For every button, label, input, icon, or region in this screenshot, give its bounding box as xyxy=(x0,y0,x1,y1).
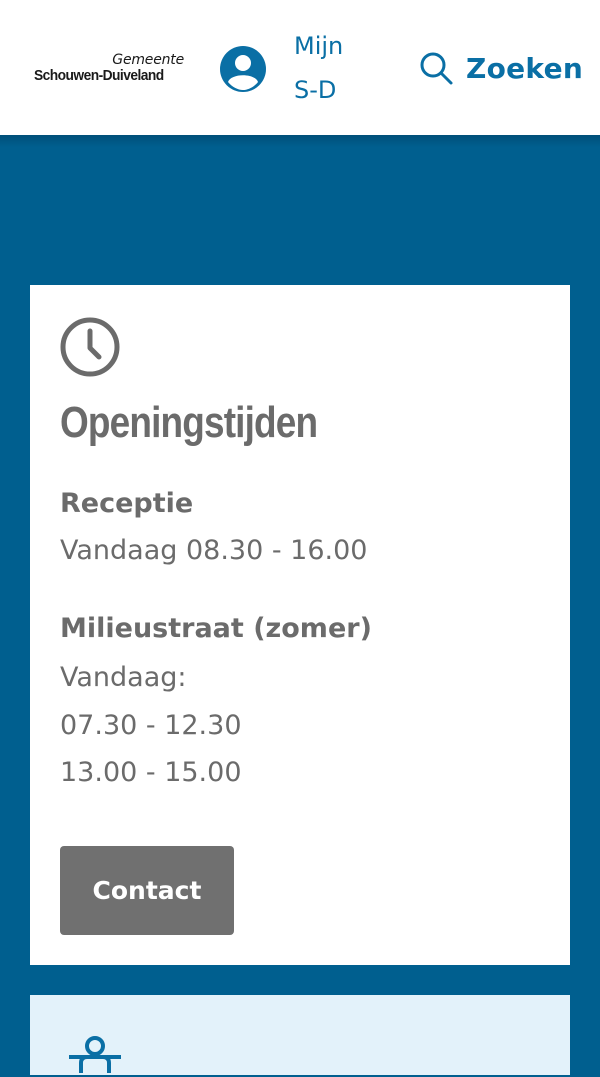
mijn-sd-line2: S-D xyxy=(294,76,337,104)
reception-label: Receptie xyxy=(60,488,194,519)
search-icon xyxy=(420,52,453,85)
contact-button[interactable]: Contact xyxy=(60,846,234,935)
next-card xyxy=(30,995,570,1075)
opening-hours-title: Openingstijden xyxy=(60,398,318,447)
recycling-today-label: Vandaag: xyxy=(60,662,187,693)
site-header: Gemeente Schouwen-Duiveland Mijn S-D Zoe… xyxy=(0,0,600,135)
mijn-sd-line1: Mijn xyxy=(294,32,344,60)
reception-hours: Vandaag 08.30 - 16.00 xyxy=(60,535,368,566)
logo-line-gemeente: Gemeente xyxy=(112,52,184,68)
briefcase-person-icon xyxy=(67,1033,127,1073)
municipality-logo[interactable]: Gemeente Schouwen-Duiveland xyxy=(34,52,194,92)
recycling-hours-afternoon: 13.00 - 15.00 xyxy=(60,757,242,788)
search-button[interactable]: Zoeken xyxy=(418,48,583,88)
recycling-hours-morning: 07.30 - 12.30 xyxy=(60,710,242,741)
user-circle-icon[interactable] xyxy=(218,44,268,94)
opening-hours-card: Openingstijden Receptie Vandaag 08.30 - … xyxy=(30,285,570,965)
header-shadow xyxy=(0,135,600,147)
clock-icon xyxy=(59,316,121,378)
recycling-label: Milieustraat (zomer) xyxy=(60,613,372,644)
mijn-sd-link[interactable]: Mijn S-D xyxy=(294,24,364,112)
logo-line-name: Schouwen-Duiveland xyxy=(34,67,164,84)
search-label: Zoeken xyxy=(466,51,584,85)
